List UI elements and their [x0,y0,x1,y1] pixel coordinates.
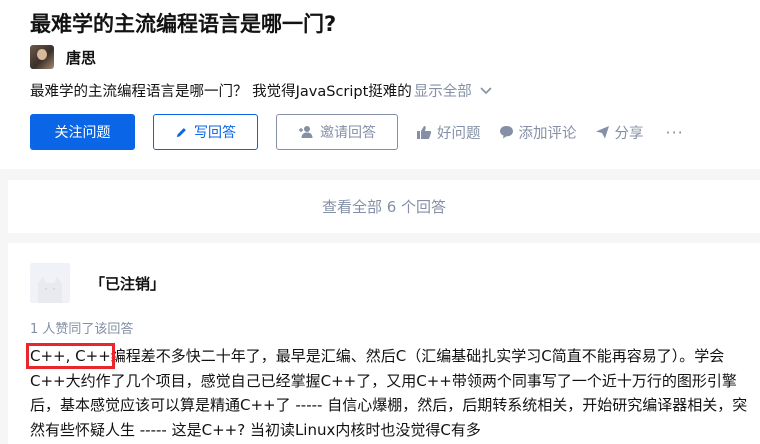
invite-answer-button[interactable]: 邀请回答 [276,114,398,150]
author-name[interactable]: 唐思 [66,47,96,68]
answer-likes: 1 人赞同了该回答 [30,322,134,337]
show-all-label[interactable]: 显示全部 [414,80,472,101]
thumbs-up-icon [417,125,432,139]
answer-author-name[interactable]: 「已注销」 [90,273,165,294]
question-header: 最难学的主流编程语言是哪一门? 唐思 最难学的主流编程语言是哪一门？ 我觉得Ja… [0,0,760,169]
share-label: 分享 [614,125,644,142]
share-icon [595,126,609,139]
good-question-label: 好问题 [437,125,481,142]
write-answer-label: 写回答 [194,125,236,141]
default-avatar-icon[interactable] [30,263,70,303]
follow-question-label: 关注问题 [54,125,111,141]
question-description: 最难学的主流编程语言是哪一门？ 我觉得JavaScript挺难的 显示全部 [30,80,492,101]
add-comment-label: 添加评论 [518,125,577,142]
write-answer-button[interactable]: 写回答 [153,114,258,150]
answer-body-text: 编程差不多快二十年了，最早是汇编、然后C（汇编基础扎实学习C简直不能再容易了）。… [30,347,748,439]
show-all-button[interactable]: 显示全部 [414,80,492,101]
highlighted-text: C++, C++ [26,343,115,369]
invite-answer-label: 邀请回答 [320,125,376,141]
add-comment-button[interactable]: 添加评论 [499,122,577,143]
pencil-icon [176,127,186,137]
question-title[interactable]: 最难学的主流编程语言是哪一门? [30,8,336,38]
answer-content[interactable]: C++, C++编程差不多快二十年了，最早是汇编、然后C（汇编基础扎实学习C简直… [26,343,754,442]
good-question-button[interactable]: 好问题 [416,122,481,143]
author-avatar[interactable] [30,45,54,69]
chevron-down-icon [480,86,492,94]
answer-card: 「已注销」 1 人赞同了该回答 C++, C++编程差不多快二十年了，最早是汇编… [8,243,760,444]
share-button[interactable]: 分享 [595,122,644,143]
view-all-answers-label: 查看全部 6 个回答 [321,198,447,216]
more-options-button[interactable]: ··· [666,123,684,142]
view-all-answers-button[interactable]: 查看全部 6 个回答 [8,180,760,233]
add-person-icon [299,126,313,138]
question-author[interactable]: 唐思 [30,44,96,70]
question-actions: 关注问题 写回答 邀请回答 好问题 添加评论 分享 ··· [30,114,684,150]
follow-question-button[interactable]: 关注问题 [30,114,135,150]
question-description-text: 最难学的主流编程语言是哪一门？ 我觉得JavaScript挺难的 [30,84,412,100]
comment-icon [499,126,513,139]
